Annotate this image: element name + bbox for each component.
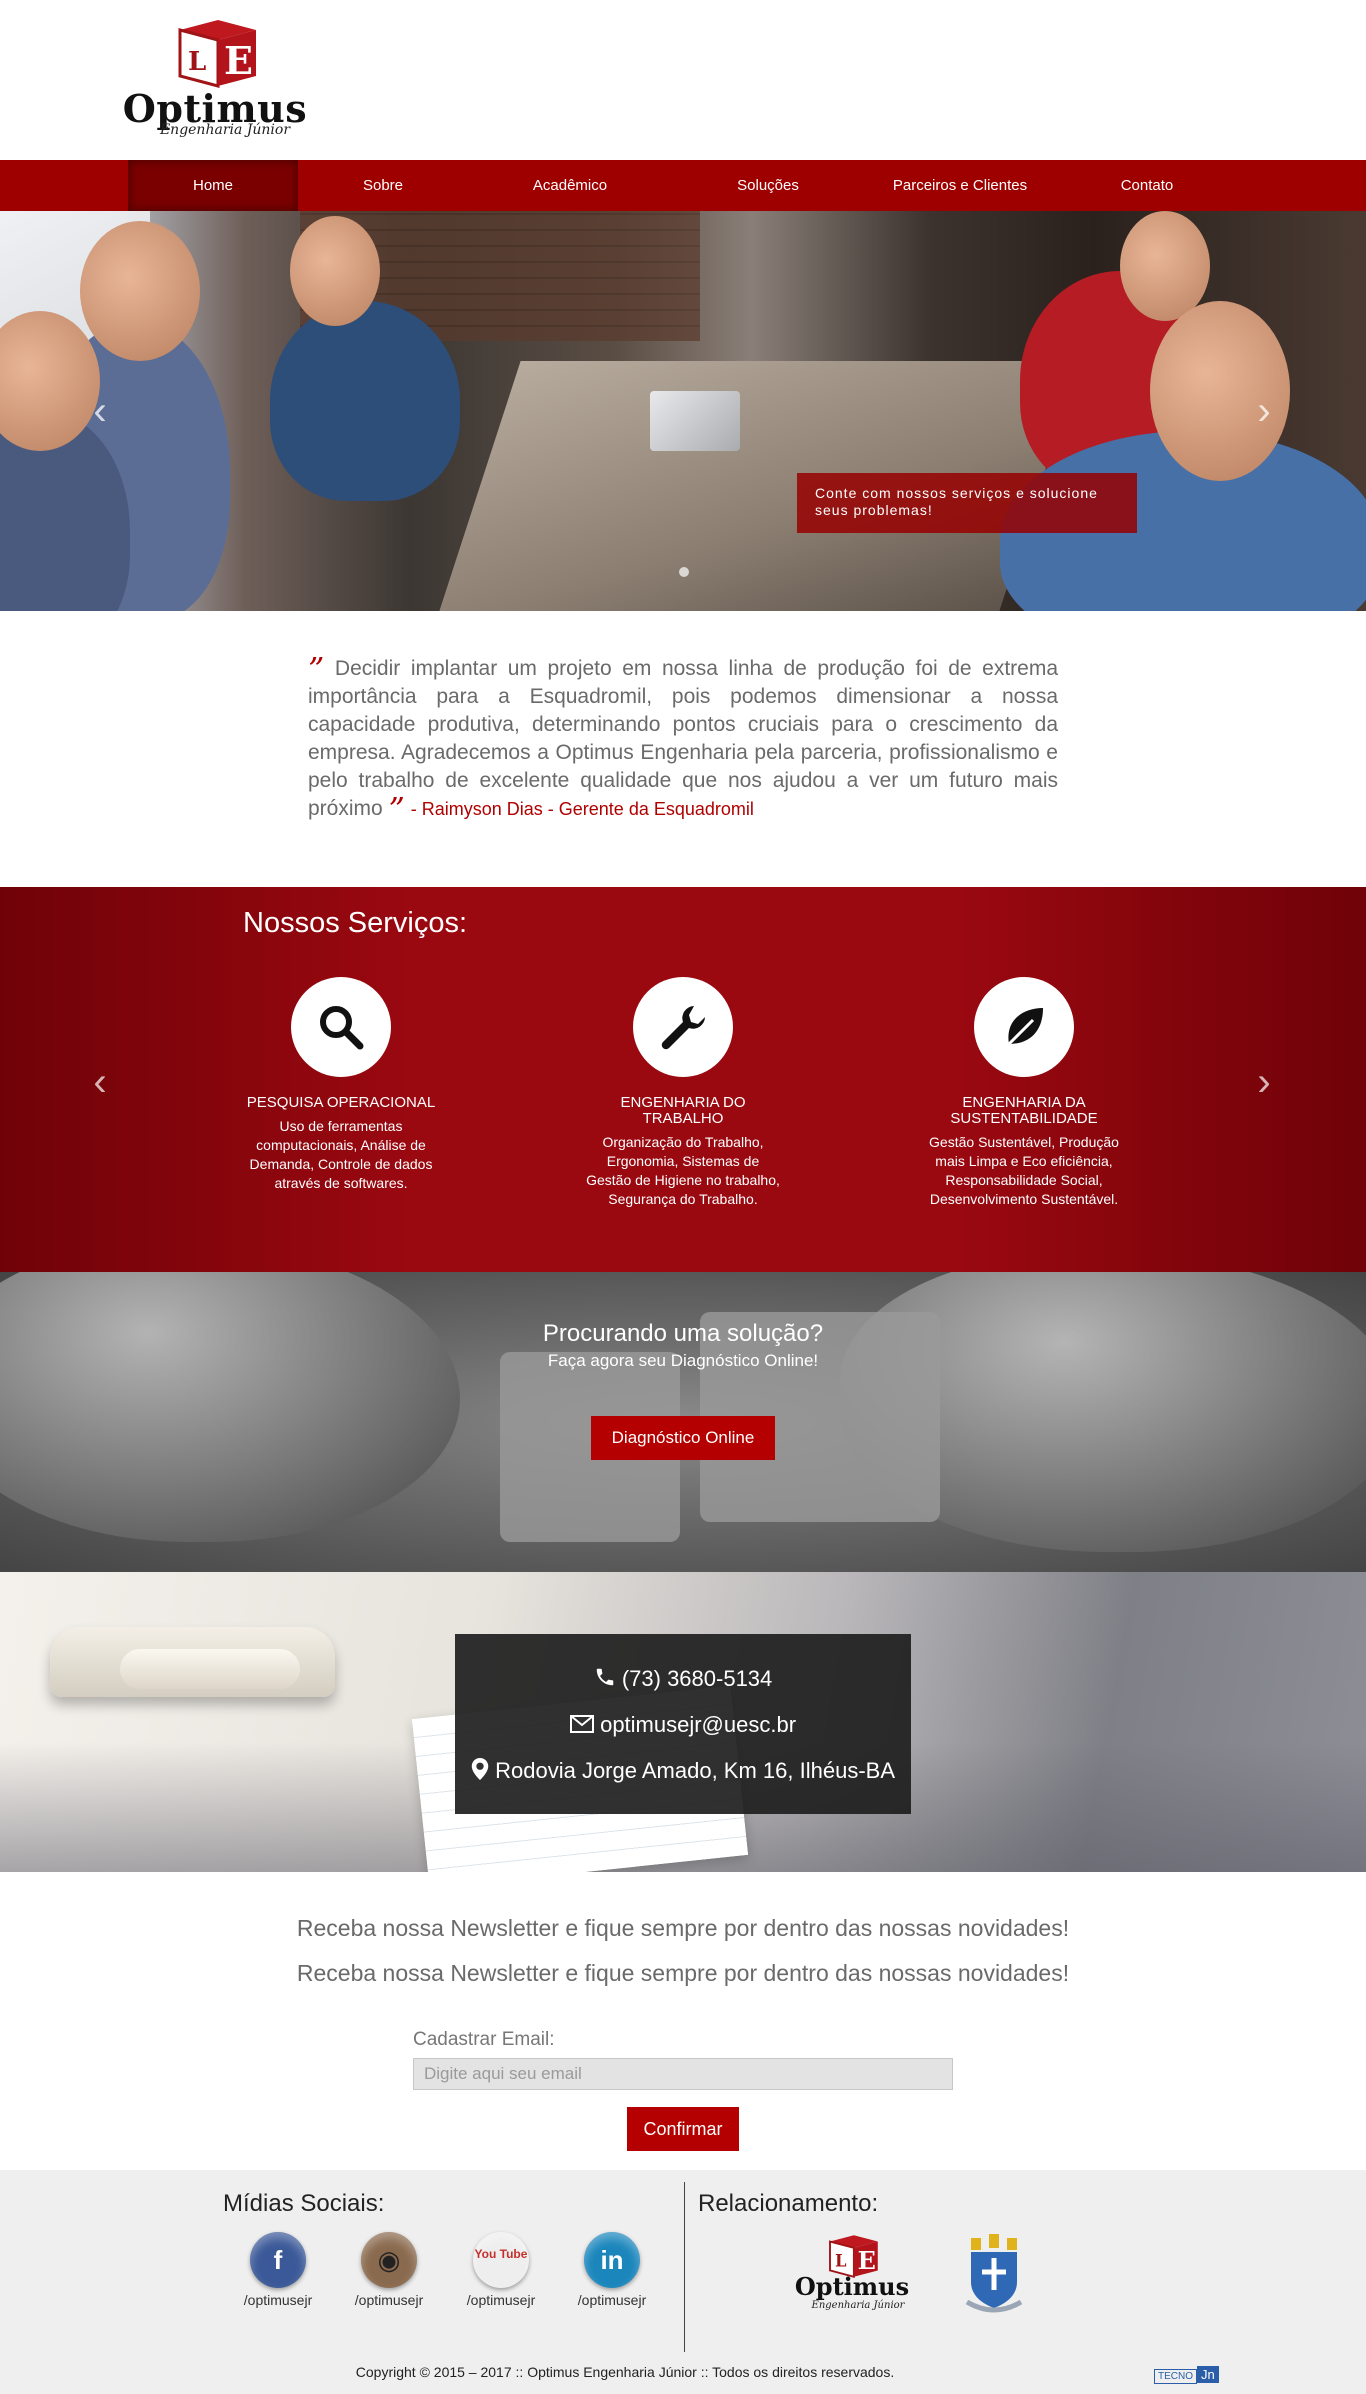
- nav-parceiros-clientes[interactable]: Parceiros e Clientes: [870, 160, 1050, 211]
- social-media-title: Mídias Sociais:: [223, 2190, 385, 2217]
- services-title: Nossos Serviços:: [243, 907, 468, 939]
- relationship-optimus-logo[interactable]: L E Optimus Engenharia Júnior: [784, 2234, 920, 2316]
- hero-person-1-head: [80, 221, 200, 361]
- services-section: Nossos Serviços: PESQUISA OPERACIONAL Us…: [0, 887, 1366, 1272]
- hero-carousel: ‹ › Conte com nossos serviços e solucion…: [0, 211, 1366, 611]
- map-pin-icon: [471, 1758, 489, 1780]
- contact-email-line: optimusejr@uesc.br: [455, 1712, 911, 1738]
- social-handle[interactable]: /optimusejr: [228, 2292, 328, 2308]
- tecno-word: TECNO: [1154, 2369, 1197, 2384]
- newsletter-line-2: Receba nossa Newsletter e fique sempre p…: [296, 1960, 1070, 1986]
- hero-person-3-head: [290, 216, 380, 326]
- diagnostic-online-button[interactable]: Diagnóstico Online: [591, 1416, 775, 1460]
- envelope-icon: [569, 1715, 594, 1733]
- services-next-arrow[interactable]: ›: [1244, 1062, 1284, 1102]
- contact-telephone: [50, 1627, 335, 1697]
- social-youtube[interactable]: You Tube /optimusejr: [451, 2232, 551, 2308]
- testimonial-author: - Raimyson Dias - Gerente da Esquadromil: [410, 799, 754, 819]
- service-icon-circle: [291, 977, 391, 1077]
- svg-text:L: L: [188, 47, 206, 77]
- svg-text:E: E: [224, 38, 253, 83]
- service-description: Organização do Trabalho, Ergonomia, Sist…: [586, 1134, 780, 1207]
- hero-person-4-head: [1120, 211, 1210, 321]
- social-facebook[interactable]: f /optimusejr: [228, 2232, 328, 2308]
- main-nav: Home Sobre Acadêmico Soluções Parceiros …: [0, 160, 1366, 211]
- tecno-jn-badge[interactable]: TECNO Jn: [1154, 2366, 1234, 2386]
- service-description: Gestão Sustentável, Produção mais Limpa …: [929, 1134, 1119, 1207]
- copyright: Copyright © 2015 – 2017 :: Optimus Engen…: [355, 2364, 895, 2380]
- service-pesquisa-operacional[interactable]: PESQUISA OPERACIONAL Uso de ferramentas …: [241, 977, 441, 1193]
- facebook-icon[interactable]: f: [250, 2232, 306, 2288]
- nav-solucoes[interactable]: Soluções: [700, 160, 836, 211]
- open-quote-mark: ”: [308, 650, 325, 688]
- wrench-icon: [661, 1006, 705, 1050]
- footer-divider: [684, 2182, 685, 2352]
- footer: Mídias Sociais: Relacionamento: f /optim…: [0, 2170, 1366, 2394]
- youtube-icon[interactable]: You Tube: [473, 2232, 529, 2288]
- email-label: Cadastrar Email:: [413, 2029, 555, 2050]
- services-prev-arrow[interactable]: ‹: [80, 1062, 120, 1102]
- search-icon: [320, 1006, 364, 1050]
- logo-subtitle: Engenharia Júnior: [159, 122, 291, 138]
- phone-icon: [596, 1668, 613, 1686]
- nav-home[interactable]: Home: [128, 160, 298, 211]
- instagram-icon[interactable]: ◉: [361, 2232, 417, 2288]
- nav-sobre[interactable]: Sobre: [318, 160, 448, 211]
- contact-phone-line: (73) 3680-5134: [455, 1666, 911, 1692]
- contact-address-line: Rodovia Jorge Amado, Km 16, Ilhéus-BA: [455, 1758, 911, 1784]
- service-engenharia-trabalho[interactable]: ENGENHARIA DO TRABALHO Organização do Tr…: [583, 977, 783, 1209]
- svg-text:L: L: [835, 2252, 847, 2271]
- hero-laptop: [650, 391, 740, 451]
- social-handle[interactable]: /optimusejr: [339, 2292, 439, 2308]
- testimonial: ” Decidir implantar um projeto em nossa …: [308, 653, 1058, 825]
- social-handle[interactable]: /optimusejr: [451, 2292, 551, 2308]
- hero-indicator-dot[interactable]: [679, 567, 689, 577]
- svg-text:E: E: [858, 2247, 876, 2275]
- relationship-title: Relacionamento:: [698, 2190, 879, 2217]
- hero-person-3: [270, 301, 460, 501]
- contact-address: Rodovia Jorge Amado, Km 16, Ilhéus-BA: [495, 1758, 895, 1783]
- cta-left-hand: [0, 1272, 460, 1542]
- header: L E Optimus Engenharia Júnior: [0, 0, 1366, 160]
- social-handle[interactable]: /optimusejr: [562, 2292, 662, 2308]
- contact-email[interactable]: optimusejr@uesc.br: [600, 1712, 796, 1737]
- relationship-logo-subtitle: Engenharia Júnior: [811, 2300, 905, 2311]
- contact-section: (73) 3680-5134 optimusejr@uesc.br Rodovi…: [0, 1572, 1366, 1872]
- service-title: PESQUISA OPERACIONAL: [246, 1094, 436, 1111]
- confirm-button[interactable]: Confirmar: [627, 2107, 739, 2151]
- contact-phone: (73) 3680-5134: [621, 1666, 773, 1691]
- hero-caption: Conte com nossos serviços e solucione se…: [797, 473, 1137, 533]
- close-quote-mark: ”: [388, 790, 405, 828]
- linkedin-icon[interactable]: in: [584, 2232, 640, 2288]
- optimus-logo[interactable]: L E Optimus Engenharia Júnior: [110, 18, 320, 142]
- email-input[interactable]: [413, 2058, 953, 2090]
- service-icon-circle: [633, 977, 733, 1077]
- tecno-badge-jn: Jn: [1197, 2366, 1219, 2383]
- newsletter-line-1: Receba nossa Newsletter e fique sempre p…: [296, 1915, 1070, 1941]
- testimonial-text: Decidir implantar um projeto em nossa li…: [308, 657, 1058, 820]
- service-description: Uso de ferramentas computacionais, Análi…: [249, 1118, 433, 1191]
- service-title: ENGENHARIA DA SUSTENTABILIDADE: [950, 1094, 1098, 1127]
- service-title: ENGENHARIA DO TRABALHO: [620, 1094, 746, 1127]
- uesc-crest-icon[interactable]: [963, 2232, 1025, 2318]
- logo-cube-icon: L E: [178, 20, 256, 88]
- cta-subtitle: Faça agora seu Diagnóstico Online!: [547, 1351, 819, 1370]
- contact-box: (73) 3680-5134 optimusejr@uesc.br Rodovi…: [455, 1634, 911, 1814]
- social-linkedin[interactable]: in /optimusejr: [562, 2232, 662, 2308]
- nav-contato[interactable]: Contato: [1090, 160, 1204, 211]
- social-instagram[interactable]: ◉ /optimusejr: [339, 2232, 439, 2308]
- hero-next-arrow[interactable]: ›: [1244, 391, 1284, 431]
- relationship-logo-wordmark: Optimus: [794, 2272, 910, 2301]
- leaf-icon: [1007, 1008, 1043, 1046]
- diagnostic-cta: Procurando uma solução? Faça agora seu D…: [0, 1272, 1366, 1572]
- cta-title: Procurando uma solução?: [542, 1320, 824, 1347]
- contact-telephone-handset: [120, 1649, 300, 1689]
- nav-academico[interactable]: Acadêmico: [500, 160, 640, 211]
- service-icon-circle: [974, 977, 1074, 1077]
- service-engenharia-sustentabilidade[interactable]: ENGENHARIA DA SUSTENTABILIDADE Gestão Su…: [924, 977, 1124, 1209]
- hero-prev-arrow[interactable]: ‹: [80, 391, 120, 431]
